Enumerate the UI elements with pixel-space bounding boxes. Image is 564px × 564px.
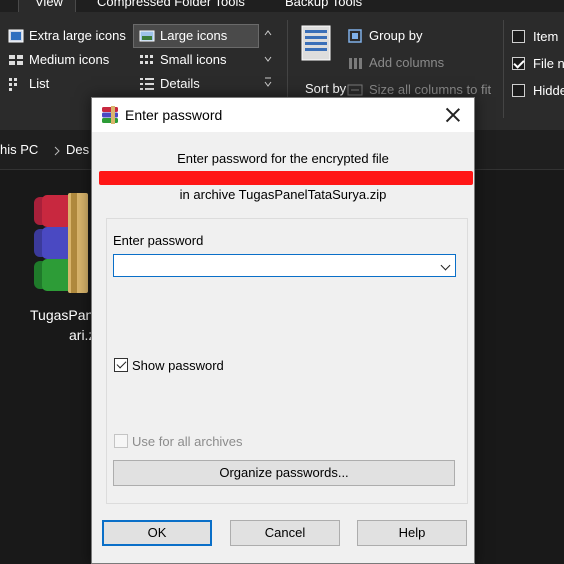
layout-medium-icons[interactable]: Medium icons [3, 49, 131, 71]
sort-icon [301, 25, 331, 61]
item-checkbox[interactable] [512, 30, 525, 43]
layout-extra-large-icons[interactable]: Extra large icons [3, 25, 131, 47]
tab-view[interactable]: View [18, 0, 76, 12]
ok-button[interactable]: OK [102, 520, 212, 546]
use-for-all-archives-checkbox[interactable] [114, 434, 128, 448]
file-item-zip[interactable]: TugasPan ari.z [22, 191, 102, 371]
dialog-titlebar[interactable]: Enter password [92, 98, 474, 132]
gallery-scroll-arrows[interactable] [263, 28, 273, 88]
breadcrumb-this-pc[interactable]: his PC [0, 142, 38, 157]
breadcrumb-desktop[interactable]: Des [66, 142, 89, 157]
group-by-icon [348, 29, 362, 43]
layout-gallery: Extra large icons Large icons Medium ico… [3, 24, 281, 102]
layout-label: Extra large icons [29, 28, 126, 43]
sort-by-label: Sort by [305, 81, 347, 96]
show-password-checkbox[interactable] [114, 358, 128, 372]
layout-label: Details [160, 76, 200, 91]
layout-label: List [29, 76, 50, 91]
winrar-archive-icon [34, 193, 88, 293]
layout-details[interactable]: Details [134, 73, 258, 95]
layout-small-icons[interactable]: Small icons [134, 49, 258, 71]
medium-icons-icon [9, 55, 23, 65]
large-icons-icon [139, 30, 155, 42]
prompt-line1: Enter password for the encrypted file [177, 151, 389, 166]
list-icon [9, 78, 17, 91]
group-by-button[interactable]: Group by [369, 28, 422, 43]
layout-large-icons[interactable]: Large icons [133, 24, 259, 48]
chevron-right-icon [54, 146, 60, 156]
file-name-extensions-label: File na [533, 56, 564, 71]
chevron-down-icon[interactable] [440, 260, 451, 271]
tab-compressed-folder-tools[interactable]: Compressed Folder Tools [97, 0, 245, 12]
item-checkbox-label: Item [533, 29, 559, 44]
add-columns-icon [349, 58, 362, 69]
size-columns-icon [347, 84, 363, 96]
enter-password-label: Enter password [113, 233, 204, 248]
archive-name-line: in archive TugasPanelTataSurya.zip [179, 187, 387, 202]
organize-passwords-button[interactable]: Organize passwords... [113, 460, 455, 486]
size-all-columns-button[interactable]: Size all columns to fit [369, 82, 491, 97]
password-combobox[interactable] [113, 254, 456, 277]
file-name-extensions-checkbox[interactable] [512, 57, 525, 70]
layout-label: Medium icons [29, 52, 110, 67]
layout-list[interactable]: List [3, 73, 131, 95]
ribbon-divider [503, 20, 504, 118]
details-icon [140, 78, 154, 90]
hidden-items-checkbox[interactable] [512, 84, 525, 97]
small-icons-icon [140, 55, 153, 64]
close-icon[interactable] [446, 108, 460, 122]
add-columns-button[interactable]: Add columns [369, 55, 444, 70]
show-password-label[interactable]: Show password [132, 358, 224, 373]
cancel-button[interactable]: Cancel [230, 520, 340, 546]
ribbon-tab-strip: View Compressed Folder Tools Backup Tool… [0, 0, 564, 12]
file-name-line1: TugasPan [30, 307, 94, 323]
password-input[interactable] [114, 255, 414, 276]
extra-large-icons-icon [8, 29, 24, 43]
redacted-file-path [99, 171, 473, 185]
use-for-all-archives-label: Use for all archives [132, 434, 243, 449]
layout-label: Small icons [160, 52, 227, 67]
hidden-items-label: Hidde [533, 83, 564, 98]
dialog-title: Enter password [125, 107, 223, 123]
tab-backup-tools[interactable]: Backup Tools [285, 0, 362, 12]
layout-label: Large icons [160, 28, 228, 43]
help-button[interactable]: Help [357, 520, 467, 546]
enter-password-dialog: Enter password Enter password for the en… [91, 97, 475, 564]
winrar-icon [102, 106, 118, 124]
